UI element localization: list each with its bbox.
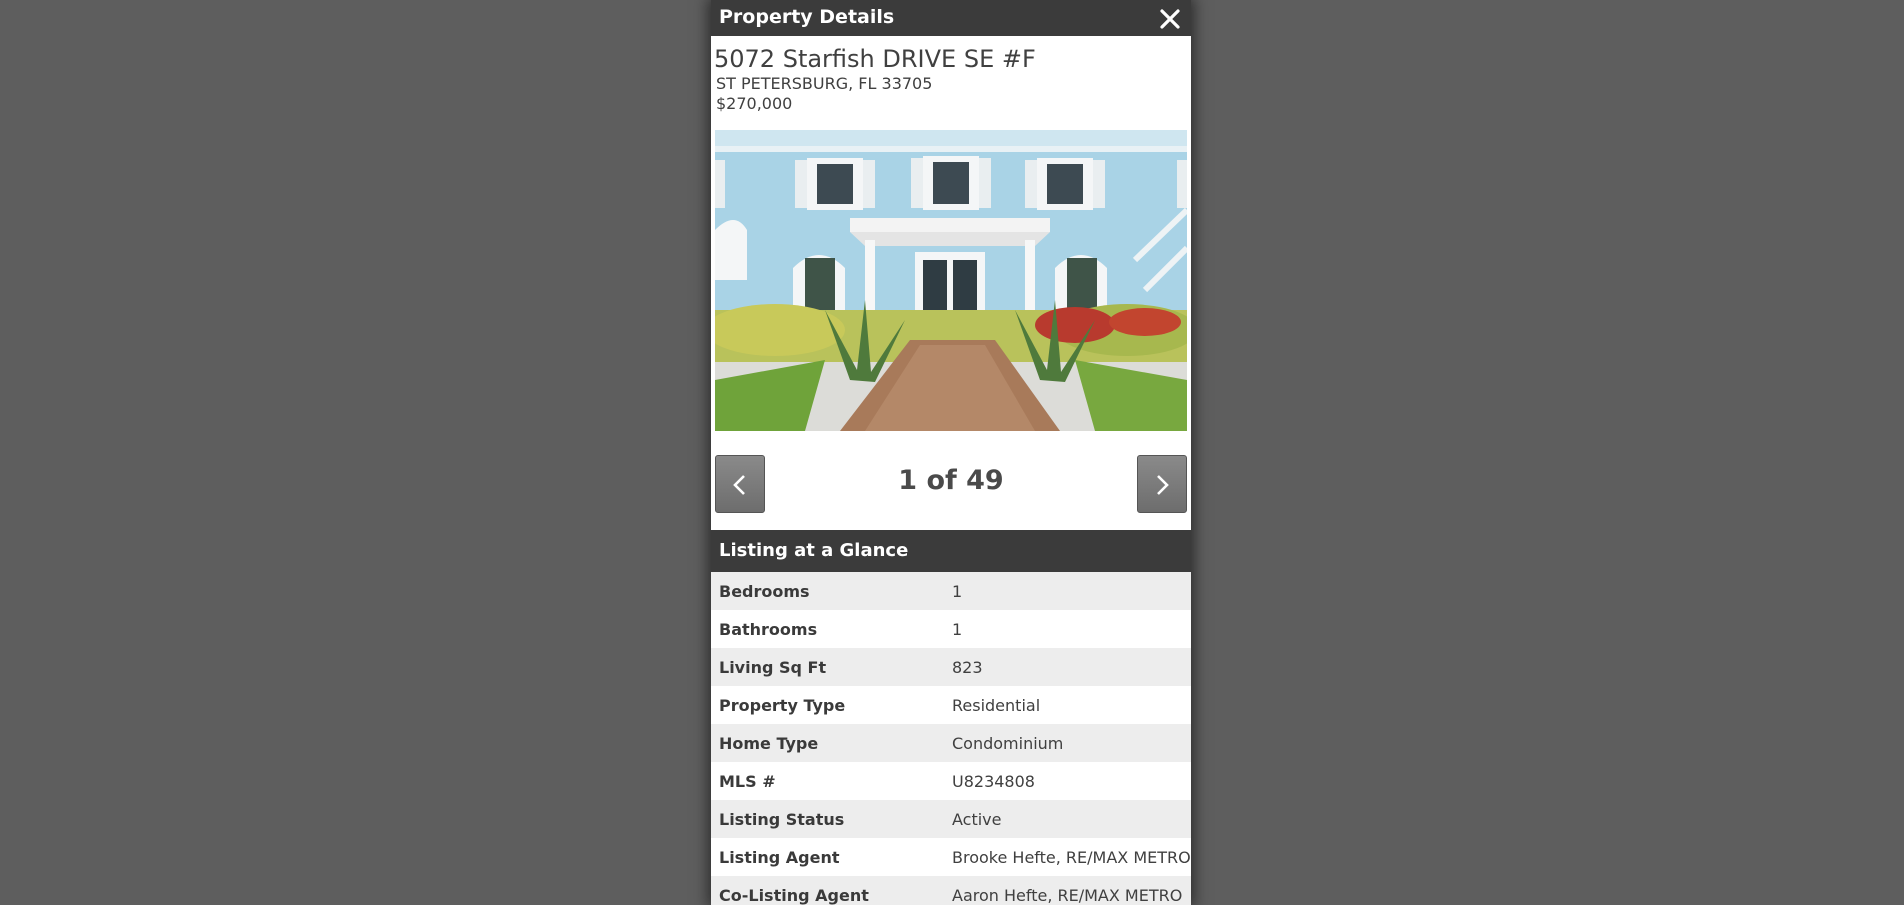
street-address: 5072 Starfish DRIVE SE #F bbox=[714, 45, 1036, 73]
detail-label: MLS # bbox=[719, 771, 776, 791]
listing-details-table: Bedrooms 1 Bathrooms 1 Living Sq Ft 823 … bbox=[711, 572, 1191, 905]
detail-value: 1 bbox=[952, 619, 963, 639]
detail-value: 823 bbox=[952, 657, 983, 677]
table-row: Home Type Condominium bbox=[711, 724, 1191, 762]
detail-value: Residential bbox=[952, 695, 1041, 715]
detail-value: Condominium bbox=[952, 733, 1064, 753]
modal-header: Property Details bbox=[711, 0, 1191, 36]
listing-price: $270,000 bbox=[716, 94, 793, 113]
property-address: 5072 Starfish DRIVE SE #F ST PETERSBURG,… bbox=[711, 36, 1191, 114]
detail-label: Co-Listing Agent bbox=[719, 885, 869, 905]
detail-value: Active bbox=[952, 809, 1002, 829]
detail-label: Listing Status bbox=[719, 809, 845, 829]
modal-title: Property Details bbox=[719, 6, 895, 28]
detail-label: Home Type bbox=[719, 733, 819, 753]
detail-value: Aaron Hefte, RE/MAX METRO bbox=[952, 885, 1183, 905]
table-row: Property Type Residential bbox=[711, 686, 1191, 724]
detail-label: Living Sq Ft bbox=[719, 657, 827, 677]
table-row: Living Sq Ft 823 bbox=[711, 648, 1191, 686]
table-row: Bathrooms 1 bbox=[711, 610, 1191, 648]
detail-value: Brooke Hefte, RE/MAX METRO bbox=[952, 847, 1191, 867]
city-state-zip: ST PETERSBURG, FL 33705 bbox=[716, 74, 933, 93]
detail-label: Bedrooms bbox=[719, 581, 810, 601]
chevron-right-icon bbox=[1157, 475, 1169, 495]
property-photo[interactable] bbox=[715, 130, 1187, 431]
detail-label: Listing Agent bbox=[719, 847, 840, 867]
detail-value: 1 bbox=[952, 581, 963, 601]
table-row: MLS # U8234808 bbox=[711, 762, 1191, 800]
detail-label: Bathrooms bbox=[719, 619, 818, 639]
table-row: Listing Agent Brooke Hefte, RE/MAX METRO bbox=[711, 838, 1191, 876]
listing-at-a-glance-heading: Listing at a Glance bbox=[711, 530, 1191, 572]
detail-value: U8234808 bbox=[952, 771, 1035, 791]
house-photo-image bbox=[715, 130, 1187, 431]
next-photo-button[interactable] bbox=[1137, 455, 1187, 513]
close-button[interactable] bbox=[1157, 4, 1183, 32]
table-row: Co-Listing Agent Aaron Hefte, RE/MAX MET… bbox=[711, 876, 1191, 905]
photo-counter: 1 of 49 bbox=[898, 465, 1004, 496]
property-details-modal: Property Details 5072 Starfish DRIVE SE … bbox=[711, 0, 1191, 905]
photo-pager: 1 of 49 bbox=[711, 454, 1191, 514]
table-row: Listing Status Active bbox=[711, 800, 1191, 838]
table-row: Bedrooms 1 bbox=[711, 572, 1191, 610]
close-icon bbox=[1160, 9, 1180, 29]
detail-label: Property Type bbox=[719, 695, 846, 715]
